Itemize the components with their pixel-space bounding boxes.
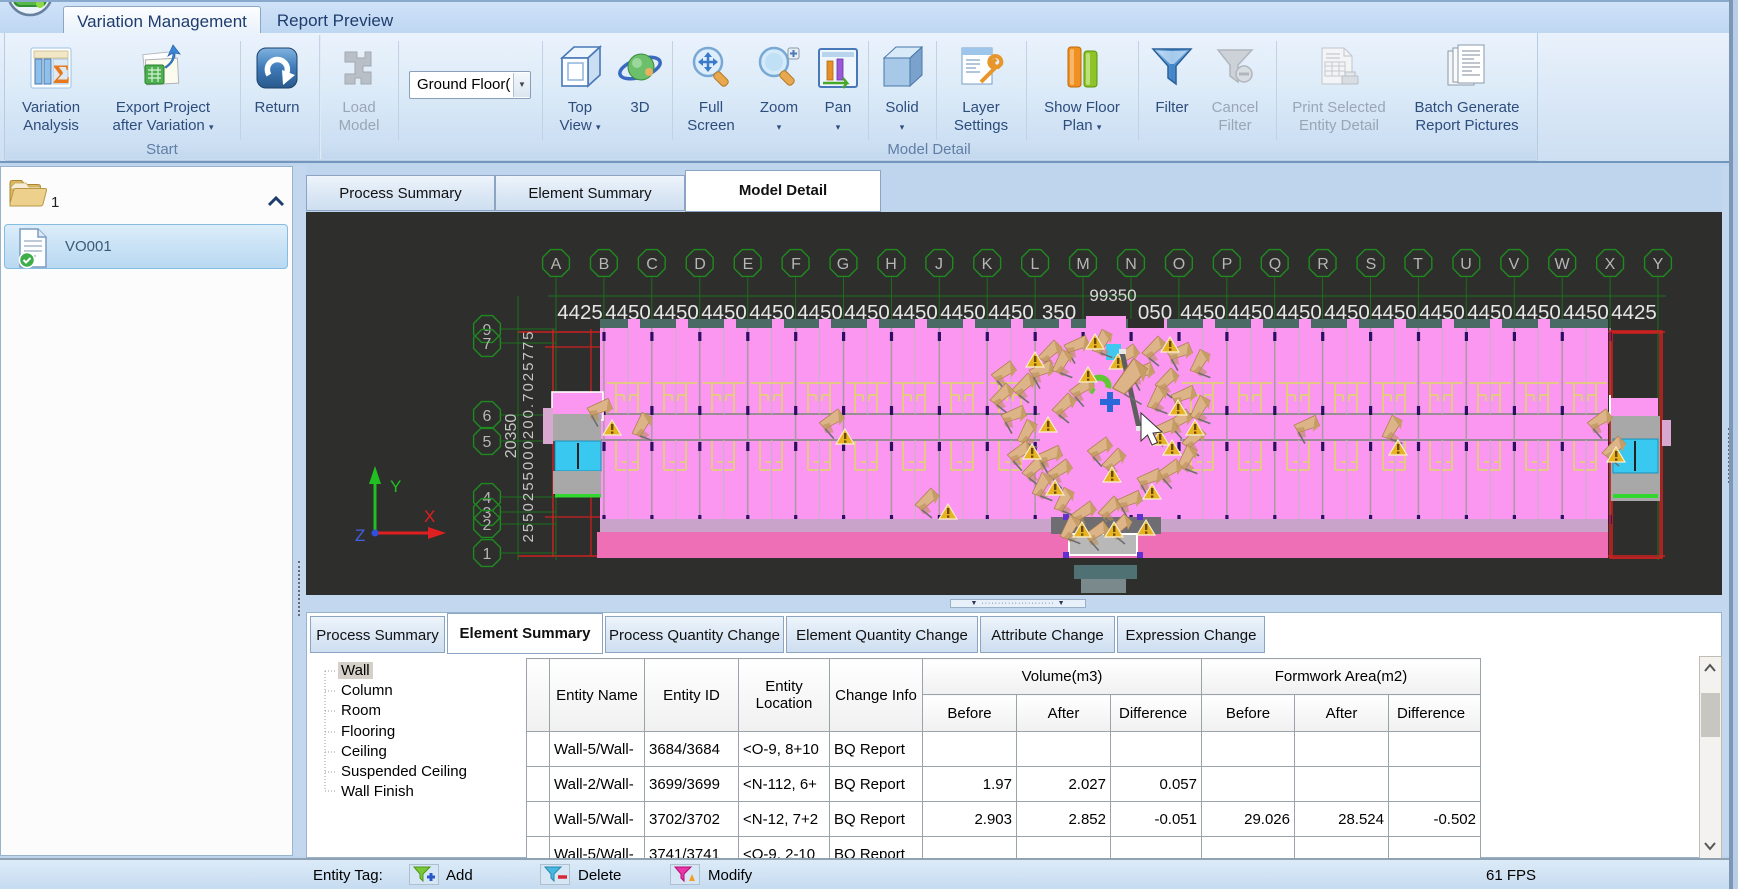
svg-text:Q: Q bbox=[1269, 256, 1281, 273]
svg-text:2: 2 bbox=[483, 517, 492, 534]
svg-text:U: U bbox=[1460, 256, 1472, 273]
svg-text:Σ: Σ bbox=[53, 60, 70, 89]
svg-text:F: F bbox=[791, 256, 801, 273]
svg-text:C: C bbox=[646, 256, 658, 273]
svg-text:T: T bbox=[1413, 256, 1423, 273]
svg-text:Z: Z bbox=[355, 526, 365, 545]
svg-text:20350: 20350 bbox=[503, 414, 520, 459]
svg-text:W: W bbox=[1554, 256, 1570, 273]
svg-text:5: 5 bbox=[483, 434, 492, 451]
svg-text:X: X bbox=[1605, 256, 1616, 273]
svg-text:4425: 4425 bbox=[1611, 301, 1657, 324]
svg-text:Y: Y bbox=[390, 477, 401, 496]
svg-text:6: 6 bbox=[483, 408, 492, 425]
svg-text:N: N bbox=[1125, 256, 1137, 273]
svg-text:D: D bbox=[694, 256, 706, 273]
svg-text:G: G bbox=[837, 256, 849, 273]
svg-text:O: O bbox=[1173, 256, 1185, 273]
svg-text:M: M bbox=[1076, 256, 1089, 273]
svg-text:J: J bbox=[935, 256, 943, 273]
svg-text:H: H bbox=[885, 256, 897, 273]
svg-text:Y: Y bbox=[1653, 256, 1664, 273]
svg-text:E: E bbox=[743, 256, 754, 273]
svg-text:1: 1 bbox=[483, 546, 492, 563]
svg-text:99350: 99350 bbox=[1089, 286, 1136, 305]
svg-text:2550255000200.7025775: 2550255000200.7025775 bbox=[520, 329, 537, 542]
svg-text:B: B bbox=[599, 256, 610, 273]
svg-text:K: K bbox=[982, 256, 993, 273]
svg-text:V: V bbox=[1509, 256, 1520, 273]
svg-text:L: L bbox=[1031, 256, 1040, 273]
svg-text:7: 7 bbox=[483, 336, 492, 353]
svg-text:A: A bbox=[551, 256, 562, 273]
svg-text:X: X bbox=[424, 507, 435, 526]
svg-text:R: R bbox=[1317, 256, 1329, 273]
svg-text:S: S bbox=[1366, 256, 1377, 273]
svg-text:4425: 4425 bbox=[557, 301, 603, 324]
svg-text:P: P bbox=[1222, 256, 1233, 273]
